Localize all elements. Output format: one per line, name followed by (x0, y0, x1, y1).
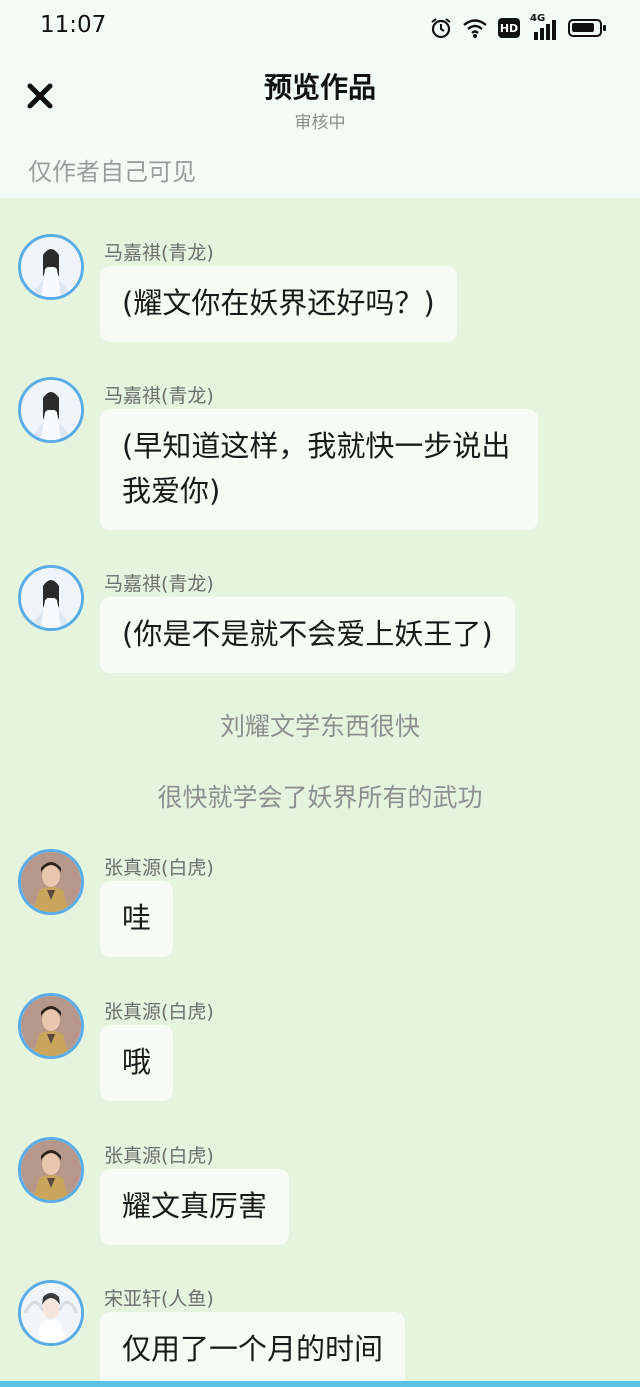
narration-text: 很快就学会了妖界所有的武功 (157, 783, 483, 812)
signal-4g-icon: 4G (530, 13, 558, 40)
avatar-baihu[interactable] (18, 1137, 84, 1203)
hd-label: HD (499, 21, 519, 35)
avatar-baihu[interactable] (18, 849, 84, 915)
message-bubble[interactable]: (你是不是就不会爱上妖王了) (100, 597, 515, 673)
avatar-qinglong[interactable] (18, 565, 84, 631)
message-bubble[interactable]: 仅用了一个月的时间 (100, 1312, 406, 1387)
chat-area[interactable]: 马嘉祺(青龙) (耀文你在妖界还好吗？) 马嘉祺(青龙) (早知道这样，我就快一… (0, 198, 640, 1387)
speaker-name: 马嘉祺(青龙) (104, 573, 214, 595)
message-bubble[interactable]: 哇 (100, 881, 174, 957)
message-bubble[interactable]: 耀文真厉害 (100, 1169, 290, 1245)
bottom-strip (0, 1381, 640, 1387)
message-bubble[interactable]: 哦 (100, 1025, 174, 1101)
review-status: 审核中 (294, 113, 346, 133)
wifi-icon (463, 19, 487, 38)
avatar-qinglong[interactable] (18, 377, 84, 443)
avatar-qinglong[interactable] (18, 234, 84, 300)
status-bar: 11:07 HD 4G (0, 0, 640, 56)
battery-icon (568, 19, 606, 37)
speaker-name: 张真源(白虎) (104, 1145, 214, 1167)
avatar-image (21, 852, 81, 912)
avatar-renyu[interactable] (18, 1280, 84, 1346)
status-time: 11:07 (40, 12, 107, 38)
avatar-baihu[interactable] (18, 993, 84, 1059)
status-icons: HD 4G (430, 13, 606, 42)
message-bubble[interactable]: (早知道这样，我就快一步说出我爱你) (100, 409, 538, 530)
narration-text: 刘耀文学东西很快 (219, 712, 420, 741)
speaker-name: 马嘉祺(青龙) (104, 242, 214, 264)
header: 预览作品 审核中 仅作者自己可见 (0, 56, 640, 198)
avatar-image (21, 1140, 81, 1200)
speaker-name: 张真源(白虎) (104, 1001, 214, 1023)
alarm-icon (431, 18, 451, 39)
speaker-name: 马嘉祺(青龙) (104, 385, 214, 407)
page-title: 预览作品 (263, 71, 376, 104)
message-bubble[interactable]: (耀文你在妖界还好吗？) (100, 266, 457, 342)
avatar-image (21, 1283, 81, 1343)
avatar-image (21, 237, 81, 297)
avatar-image (21, 996, 81, 1056)
hd-icon: HD (498, 18, 520, 38)
network-label: 4G (530, 13, 546, 24)
speaker-name: 张真源(白虎) (104, 857, 214, 879)
speaker-name: 宋亚轩(人鱼) (104, 1288, 214, 1310)
avatar-image (21, 380, 81, 440)
avatar-image (21, 568, 81, 628)
visibility-note: 仅作者自己可见 (28, 158, 196, 186)
